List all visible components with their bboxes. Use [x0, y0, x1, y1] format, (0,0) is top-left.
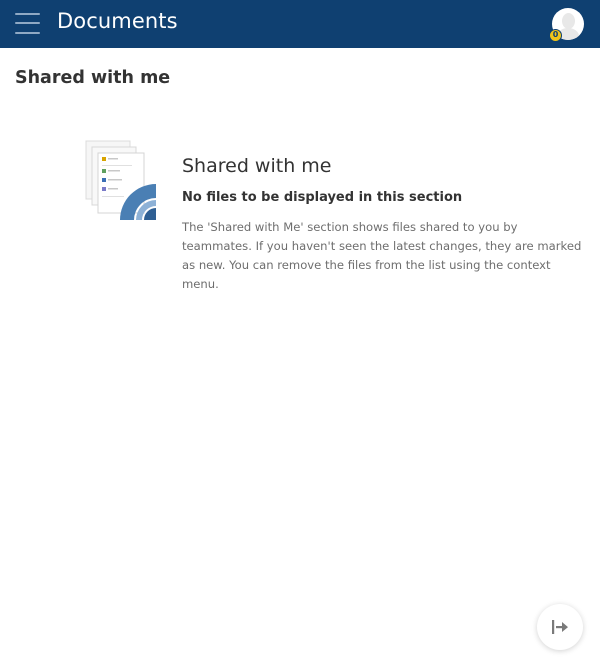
logout-arrow-icon: [552, 620, 568, 634]
page-title: Shared with me: [15, 68, 171, 88]
top-bar: Documents 0: [0, 0, 600, 48]
empty-state-subheader: No files to be displayed in this section: [182, 190, 463, 205]
empty-state-header: Shared with me: [182, 155, 332, 177]
shared-documents-illustration-icon: [84, 140, 164, 224]
notification-badge: 0: [549, 29, 562, 42]
app-title: Documents: [57, 9, 178, 33]
logout-button[interactable]: [537, 604, 583, 650]
hamburger-menu-icon[interactable]: [14, 11, 42, 37]
empty-state-description: The 'Shared with Me' section shows files…: [182, 220, 582, 291]
